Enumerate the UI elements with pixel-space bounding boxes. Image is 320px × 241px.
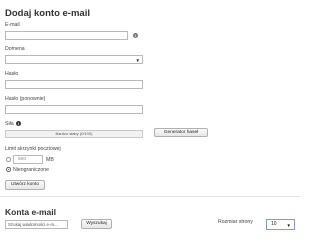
- email-label: E-mail: [5, 22, 20, 28]
- accounts-search-input[interactable]: Szukaj wiadomości e-m...: [5, 220, 68, 229]
- section-divider: [0, 196, 300, 197]
- email-info-icon: i: [133, 33, 138, 38]
- page-size-value: 10: [271, 221, 277, 227]
- domain-select[interactable]: ▼: [5, 55, 143, 64]
- password-strength-bar: Bardzo słaby (0/100): [5, 130, 143, 138]
- limit-radio[interactable]: [6, 157, 11, 162]
- domain-label: Domena: [5, 46, 25, 52]
- password-label: Hasło: [5, 71, 19, 77]
- create-account-button[interactable]: Utwórz konto: [5, 180, 45, 190]
- password-repeat-field[interactable]: [5, 105, 143, 114]
- unlimited-radio[interactable]: [6, 167, 11, 172]
- password-generator-button[interactable]: Generator haseł: [154, 128, 208, 137]
- search-button[interactable]: Wyszukaj: [81, 219, 112, 229]
- strength-label: Siła: [5, 121, 14, 127]
- page-title: Dodaj konto e-mail: [5, 8, 90, 19]
- strength-info-icon: i: [16, 121, 21, 126]
- limit-unit: MB: [46, 157, 54, 163]
- page-size-label: Rozmiar strony: [218, 219, 253, 225]
- accounts-title: Konta e-mail: [5, 207, 57, 217]
- page-size-select[interactable]: 10 ▼: [266, 219, 295, 230]
- chevron-down-icon: ▼: [135, 58, 140, 63]
- chevron-down-icon: ▼: [286, 223, 291, 228]
- unlimited-label: Nieograniczone: [13, 167, 50, 173]
- password-repeat-label: Hasło (ponownie): [5, 96, 46, 102]
- limit-label: Limit skrzynki pocztowej: [5, 146, 61, 152]
- password-field[interactable]: [5, 80, 143, 89]
- limit-input[interactable]: 500: [13, 155, 43, 164]
- email-field[interactable]: [5, 31, 128, 40]
- strength-text: Bardzo słaby (0/100): [55, 131, 93, 136]
